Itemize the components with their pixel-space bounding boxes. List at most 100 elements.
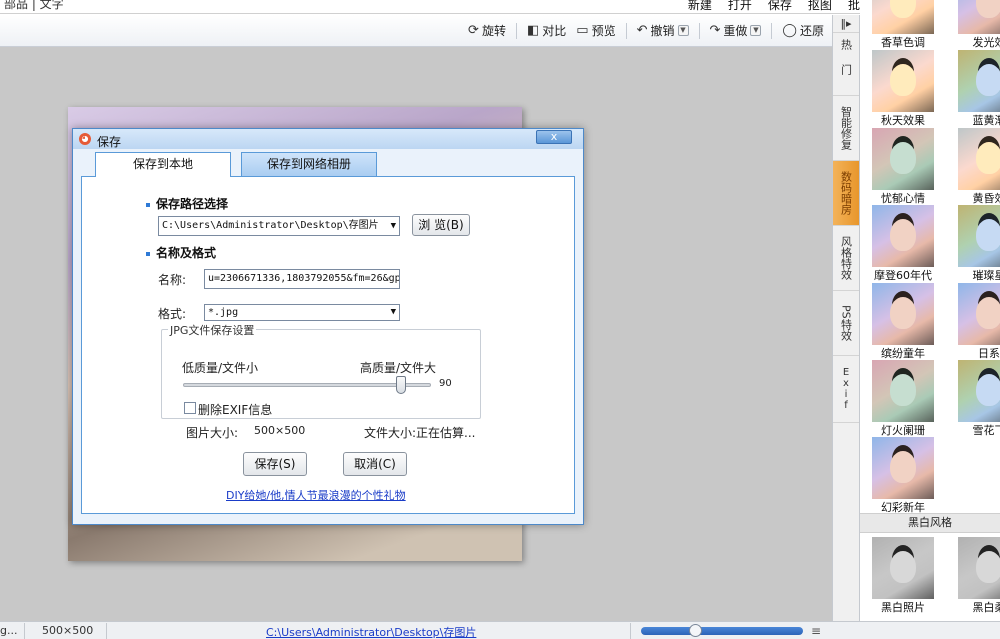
save-path-value: C:\Users\Administrator\Desktop\存图片: [162, 220, 379, 231]
redo-label: 重做: [723, 24, 748, 38]
image-size-label: 图片大小:: [186, 426, 239, 440]
tab-darkroom-label: 数码暗房: [839, 171, 853, 215]
effect-blue-yellow[interactable]: 蓝黄渐: [956, 50, 1000, 127]
status-bar: g... 500×500 C:\Users\Administrator\Desk…: [0, 621, 1000, 639]
effect-label: 灯火阑珊: [881, 424, 925, 437]
quality-slider-knob[interactable]: [396, 376, 406, 394]
save-path-select[interactable]: C:\Users\Administrator\Desktop\存图片 ▼: [158, 216, 400, 236]
effect-label: 摩登60年代: [874, 269, 932, 282]
restore-button[interactable]: ◯ 还原: [782, 22, 824, 39]
effect-lights[interactable]: 灯火阑珊: [870, 360, 936, 437]
cancel-button[interactable]: 取消(C): [343, 452, 407, 476]
effect-label: 忧郁心情: [881, 192, 925, 205]
status-save-path-link[interactable]: C:\Users\Administrator\Desktop\存图片: [266, 624, 476, 639]
rotate-button[interactable]: ⟳ 旋转: [468, 22, 506, 39]
effect-label: 黑白柔: [972, 601, 1000, 614]
status-divider: [106, 623, 107, 639]
compare-icon: ◧: [526, 23, 540, 38]
toolbar-divider: [625, 22, 627, 39]
promo-link[interactable]: DIY给她/他,情人节最浪漫的个性礼物: [226, 487, 406, 503]
effect-colorful-childhood[interactable]: 缤纷童年: [870, 283, 936, 360]
status-file-fragment: g...: [0, 624, 18, 637]
effect-label: 秋天效果: [881, 114, 925, 127]
zoom-slider-thumb[interactable]: [689, 624, 702, 637]
undo-label: 撤销: [650, 24, 675, 38]
preview-button[interactable]: ▭ 预览: [576, 22, 615, 39]
top-menu-bar: 部品 | 文字 新建 打开 保存 抠图 批量 涂鸦 裁剪 尺寸: [0, 0, 1000, 14]
remove-exif-label[interactable]: 删除EXIF信息: [198, 401, 272, 418]
effect-thumbnail: [872, 0, 934, 34]
tab-save-online-album[interactable]: 保存到网络相册: [241, 152, 377, 176]
menu-new[interactable]: 新建: [680, 0, 720, 12]
tab-exif[interactable]: Exif: [833, 356, 859, 423]
effect-bw-soft[interactable]: 黑白柔: [956, 537, 1000, 614]
effect-modern-60s[interactable]: 摩登60年代: [870, 205, 936, 282]
format-select[interactable]: *.jpg ▼: [204, 304, 400, 321]
redo-button[interactable]: ↷ 重做 ▼: [710, 22, 762, 39]
zoom-slider[interactable]: [641, 624, 803, 637]
effect-label: 雪花飞: [972, 424, 1000, 437]
undo-icon: ↶: [636, 23, 648, 38]
effect-snowflake[interactable]: 雪花飞: [956, 360, 1000, 437]
redo-dropdown-icon[interactable]: ▼: [750, 25, 762, 36]
tab-save-local[interactable]: 保存到本地: [95, 152, 231, 177]
effect-thumbnail: [958, 360, 1000, 422]
save-button[interactable]: 保存(S): [243, 452, 307, 476]
effect-label: 黑白照片: [881, 601, 925, 614]
edit-toolbar: ⟳ 旋转 ◧ 对比 ▭ 预览 ↶ 撤销 ▼ ↷ 重做 ▼ ◯ 还原: [0, 15, 832, 47]
effect-thumbnail: [872, 205, 934, 267]
effect-thumbnail: [958, 537, 1000, 599]
dialog-body: 保存路径选择 C:\Users\Administrator\Desktop\存图…: [81, 176, 575, 514]
tab-ps-effects[interactable]: PS特效: [833, 291, 859, 356]
tab-darkroom[interactable]: 数码暗房: [833, 161, 859, 226]
tab-hot-label: 热门: [839, 39, 853, 89]
panel-collapse-icon[interactable]: ‖▸: [833, 15, 859, 33]
effect-label: 璀璨星: [972, 269, 1000, 282]
high-quality-label: 高质量/文件大: [360, 361, 437, 375]
chevron-down-icon: ▼: [390, 307, 396, 317]
toolbar-divider: [515, 22, 517, 39]
effect-new-year[interactable]: 幻彩新年: [870, 437, 936, 514]
file-name-input[interactable]: u=2306671336,1803792055&fm=26&gp=0_: [204, 269, 400, 289]
undo-dropdown-icon[interactable]: ▼: [677, 25, 689, 36]
format-label: 格式:: [158, 307, 187, 321]
effect-bw-photo[interactable]: 黑白照片: [870, 537, 936, 614]
rotate-label: 旋转: [481, 24, 506, 38]
toolbar-divider: [698, 22, 700, 39]
image-size-value: 500×500: [254, 424, 306, 437]
effect-vanilla[interactable]: 香草色调: [870, 0, 936, 49]
menu-open[interactable]: 打开: [720, 0, 760, 12]
effect-thumbnail: [872, 283, 934, 345]
effect-japanese[interactable]: 日系: [956, 283, 1000, 360]
undo-button[interactable]: ↶ 撤销 ▼: [637, 22, 689, 39]
remove-exif-checkbox[interactable]: [184, 402, 196, 414]
effect-thumbnail: [958, 0, 1000, 34]
status-divider: [630, 623, 631, 639]
effect-dusk[interactable]: 黄昏效: [956, 128, 1000, 205]
effect-starry[interactable]: 璀璨星: [956, 205, 1000, 282]
close-button[interactable]: x: [536, 130, 572, 144]
menu-save[interactable]: 保存: [760, 0, 800, 12]
quality-slider[interactable]: [183, 376, 431, 394]
effect-glow[interactable]: 发光效: [956, 0, 1000, 49]
menu-cutout[interactable]: 抠图: [800, 0, 840, 12]
rotate-icon: ⟳: [468, 23, 479, 38]
browse-button[interactable]: 浏 览(B): [412, 214, 470, 236]
effect-label: 蓝黄渐: [972, 114, 1000, 127]
tab-style-effects[interactable]: 风格特效: [833, 226, 859, 291]
effect-autumn[interactable]: 秋天效果: [870, 50, 936, 127]
effect-thumbnail: [872, 537, 934, 599]
bw-style-section-header[interactable]: 黑白风格: [860, 513, 1000, 533]
effect-thumbnail: [958, 50, 1000, 112]
tab-hot[interactable]: 热门: [833, 33, 859, 96]
dialog-title-bar[interactable]: ◕ 保存 x: [73, 129, 583, 149]
tab-smart-repair-label: 智能修复: [839, 106, 853, 150]
zoom-menu-icon[interactable]: ≡: [811, 624, 821, 638]
compare-button[interactable]: ◧ 对比: [527, 22, 566, 39]
status-divider: [24, 623, 25, 639]
top-partial-tabs[interactable]: 部品 | 文字: [4, 0, 64, 12]
tab-smart-repair[interactable]: 智能修复: [833, 96, 859, 161]
effect-melancholy[interactable]: 忧郁心情: [870, 128, 936, 205]
effect-thumbnail: [872, 128, 934, 190]
format-value: *.jpg: [208, 307, 239, 318]
